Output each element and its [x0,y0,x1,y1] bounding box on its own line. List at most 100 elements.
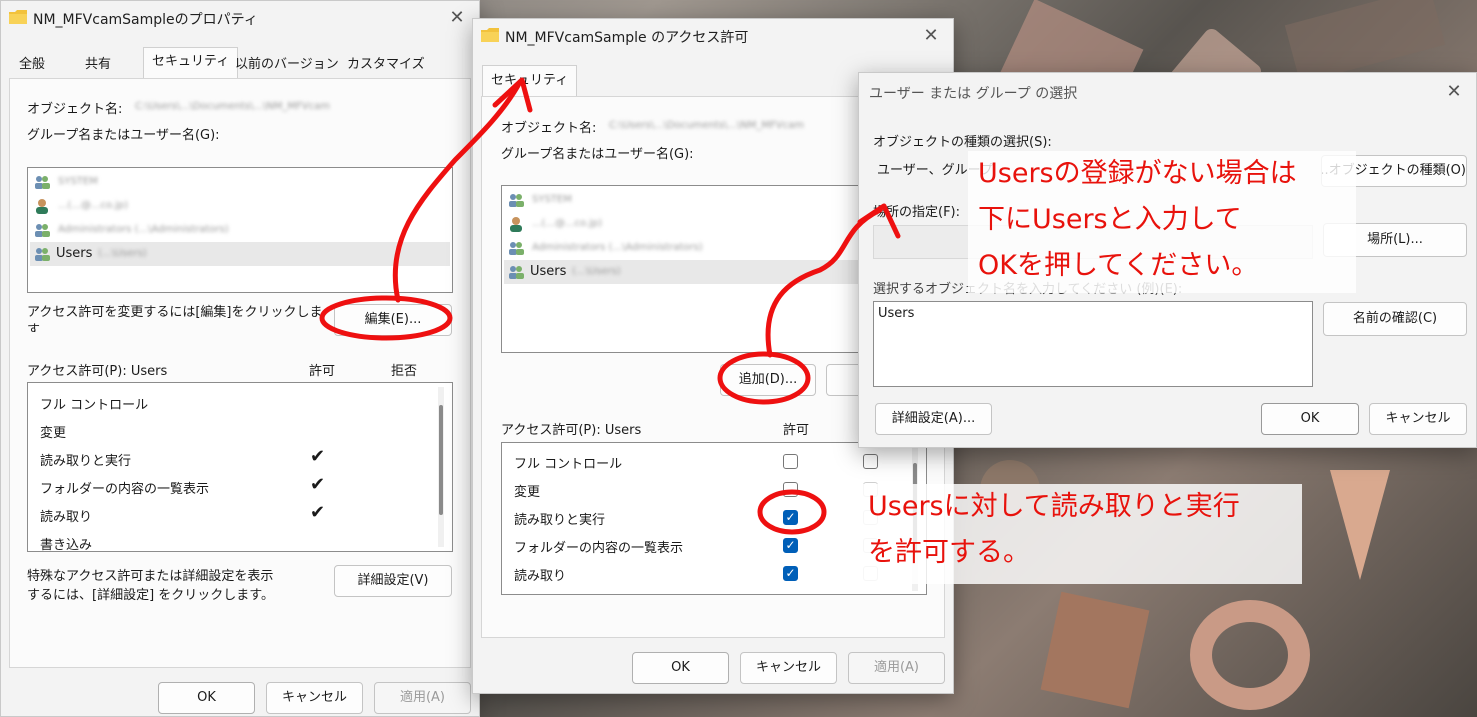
user-name: SYSTEM [58,176,98,187]
advanced-button[interactable]: 詳細設定(V) [334,565,452,597]
object-type-label: オブジェクトの種類の選択(S): [873,135,1052,150]
location-label: 場所の指定(F): [873,205,961,220]
user-name-suffix: (...\Users) [572,266,621,277]
user-icon [36,199,48,214]
object-names-input[interactable]: Users [873,301,1313,387]
allow-checkbox-read[interactable]: ✓ [783,566,798,581]
access-titlebar: NM_MFVcamSample のアクセス許可 ✕ [473,19,953,53]
close-icon[interactable]: ✕ [445,6,469,30]
select-titlebar: ユーザー または グループ の選択 ✕ [859,73,1476,107]
user-group-icon [509,194,524,207]
user-row-administrators[interactable]: Administrators (...\Administrators) [30,218,450,242]
check-names-button[interactable]: 名前の確認(C) [1323,302,1467,336]
access-title: NM_MFVcamSample のアクセス許可 [505,30,749,46]
tab-previous-versions[interactable]: 以前のバージョン [227,51,347,79]
folder-icon [9,10,27,24]
user-name: SYSTEM [532,194,572,205]
annotation-line: Usersの登録がない場合は [978,158,1297,189]
scrollbar-thumb[interactable] [439,405,443,515]
user-icon [510,217,522,232]
perm-read: 読み取り [514,569,567,584]
object-name-value: C:\Users\...\Documents\...\NM_MFVcam [609,120,804,131]
allow-checkbox-full-control[interactable] [783,454,798,469]
close-icon[interactable]: ✕ [919,24,943,48]
allow-column-header: 許可 [309,364,336,379]
apply-button[interactable]: 適用(A) [374,682,471,714]
tab-security[interactable]: セキュリティ [482,65,578,97]
ok-button[interactable]: OK [158,682,255,714]
cancel-button[interactable]: キャンセル [266,682,363,714]
allow-checkbox-list-folder[interactable]: ✓ [783,538,798,553]
cancel-button[interactable]: キャンセル [740,652,837,684]
perm-write: 書き込み [40,538,93,552]
user-row-personal[interactable]: ...(...@...co.jp) [30,194,450,218]
perm-full-control: フル コントロール [40,398,149,413]
user-name-users: Users [56,246,93,261]
user-row-users[interactable]: Users (...\Users) [30,242,450,266]
user-name-suffix: (...\Users) [98,248,147,259]
perm-list-folder: フォルダーの内容の一覧表示 [514,541,684,556]
advanced-button[interactable]: 詳細設定(A)... [875,403,992,435]
annotation-line: Usersに対して読み取りと実行 [868,491,1240,522]
ok-button[interactable]: OK [1261,403,1359,435]
group-user-label: グループ名またはユーザー名(G): [501,147,694,162]
user-group-icon [509,242,524,255]
annotation-line: 下にUsersと入力して [978,204,1242,235]
checkmark-icon: ✔ [310,474,326,495]
allow-checkbox-read-execute[interactable]: ✓ [783,510,798,525]
properties-titlebar: NM_MFVcamSampleのプロパティ ✕ [1,1,479,35]
deny-column-header: 拒否 [391,364,418,379]
close-icon[interactable]: ✕ [1442,80,1466,104]
group-user-label: グループ名またはユーザー名(G): [27,128,220,143]
edit-button[interactable]: 編集(E)... [334,304,452,336]
tab-sharing[interactable]: 共有 [77,51,119,79]
perm-read-execute: 読み取りと実行 [514,513,606,528]
allow-column-header: 許可 [783,423,810,438]
checkmark-icon: ✔ [310,446,326,467]
object-name-value: C:\Users\...\Documents\...\NM_MFVcam [135,101,330,112]
allow-checkbox-modify[interactable] [783,482,798,497]
perm-read-execute: 読み取りと実行 [40,454,132,469]
user-name: ...(...@...co.jp) [58,200,129,211]
user-group-icon [35,176,50,189]
user-name: Administrators (...\Administrators) [532,242,703,253]
tab-general[interactable]: 全般 [11,51,53,79]
apply-button[interactable]: 適用(A) [848,652,945,684]
user-name: ...(...@...co.jp) [532,218,603,229]
object-name-label: オブジェクト名: [27,102,123,117]
annotation-line: OKを押してください。 [978,250,1259,281]
annotation-line: を許可する。 [868,537,1030,568]
add-button[interactable]: 追加(D)... [720,364,816,396]
annotation-note-bottom: Usersに対して読み取りと実行 を許可する。 [858,484,1302,584]
user-group-icon [35,224,50,237]
user-name-users: Users [530,264,567,279]
user-group-icon [35,248,50,261]
user-row-system[interactable]: SYSTEM [30,170,450,194]
special-permissions-text: 特殊なアクセス許可または詳細設定を表示 するには、[詳細設定] をクリックします… [27,569,274,603]
cancel-button[interactable]: キャンセル [1369,403,1467,435]
perm-modify: 変更 [40,426,67,441]
properties-dialog: NM_MFVcamSampleのプロパティ ✕ 全般 共有 セキュリティ 以前の… [0,0,480,717]
properties-title: NM_MFVcamSampleのプロパティ [33,12,258,28]
permissions-list: フル コントロール 変更 読み取りと実行 フォルダーの内容の一覧表示 読み取り … [27,382,453,552]
ok-button[interactable]: OK [632,652,729,684]
permissions-header: アクセス許可(P): Users [27,364,168,379]
perm-full-control: フル コントロール [514,457,623,472]
permissions-scrollbar[interactable] [438,387,444,547]
tab-customize[interactable]: カスタマイズ [339,51,433,79]
perm-read: 読み取り [40,510,93,525]
checkmark-icon: ✔ [310,502,326,523]
annotation-note-top: Usersの登録がない場合は 下にUsersと入力して OKを押してください。 [968,151,1356,293]
folder-icon [481,28,499,42]
permissions-header: アクセス許可(P): Users [501,423,642,438]
perm-modify: 変更 [514,485,541,500]
perm-list-folder: フォルダーの内容の一覧表示 [40,482,210,497]
tab-security[interactable]: セキュリティ [143,47,239,79]
deny-checkbox-full-control[interactable] [863,454,878,469]
change-permission-text: アクセス許可を変更するには[編集]をクリックしま す [27,305,323,332]
object-name-label: オブジェクト名: [501,121,597,136]
user-group-icon [509,266,524,279]
user-list[interactable]: SYSTEM ...(...@...co.jp) Administrators … [27,167,453,293]
user-name: Administrators (...\Administrators) [58,224,229,235]
select-title: ユーザー または グループ の選択 [869,86,1078,102]
